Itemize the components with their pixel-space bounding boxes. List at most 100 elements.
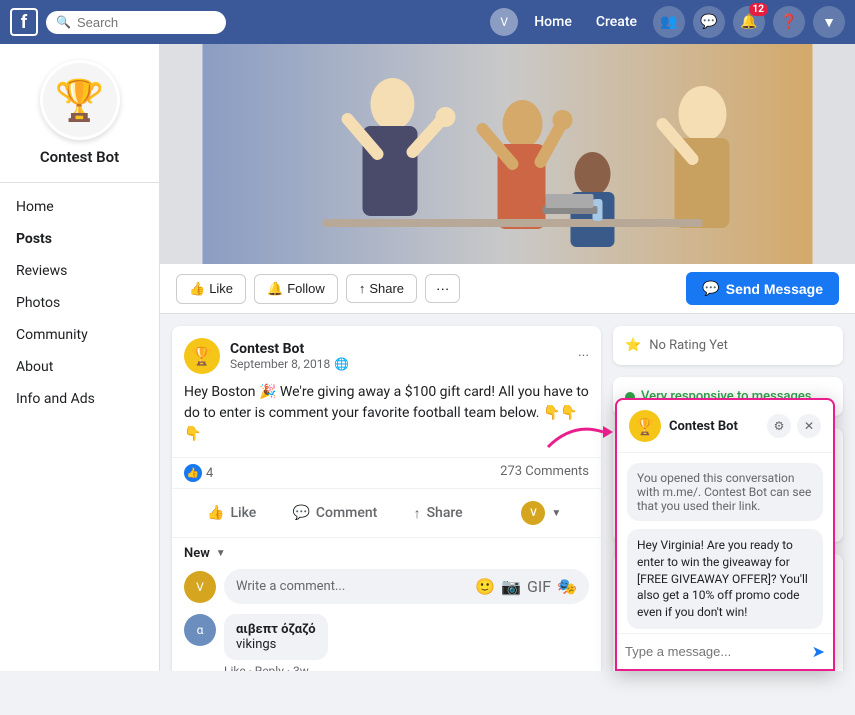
post-text: Hey Boston 🎉 We're giving away a $100 gi… — [172, 382, 601, 457]
create-nav-link[interactable]: Create — [588, 10, 645, 34]
comment-bubble-1: αιβεπτ όζαζό vikings — [224, 614, 328, 660]
chat-header: 🏆 Contest Bot ⚙ ✕ — [617, 400, 833, 453]
chat-input[interactable] — [625, 644, 806, 659]
share-icon: ↑ — [359, 281, 366, 296]
messenger-btn-icon: 💬 — [702, 280, 719, 297]
comment-avatar-1: α — [184, 614, 216, 646]
home-nav-link[interactable]: Home — [526, 10, 580, 34]
send-message-button[interactable]: 💬 Send Message — [686, 272, 839, 305]
comments-sort-label[interactable]: New — [184, 546, 210, 561]
chevron-down-icon: ▼ — [551, 508, 561, 519]
camera-icon[interactable]: 📷 — [501, 577, 521, 596]
sidebar-item-home[interactable]: Home — [0, 191, 159, 223]
like-icon: 👍 — [189, 281, 205, 297]
rating-text: No Rating Yet — [649, 338, 728, 353]
notifications-icon-btn[interactable]: 🔔 12 — [733, 6, 765, 38]
chevron-down-icon-btn[interactable]: ▼ — [813, 6, 845, 38]
comment-input[interactable]: Write a comment... 🙂 📷 GIF 🎭 — [224, 569, 589, 604]
comment-author-1: αιβεπτ όζαζό — [236, 622, 316, 637]
facebook-logo[interactable]: f — [10, 8, 38, 36]
chat-bot-message-1: Hey Virginia! Are you ready to enter to … — [627, 529, 823, 629]
comments-section: New ▼ V Write a comment... 🙂 📷 GIF — [172, 537, 601, 671]
comment-user-avatar: V — [184, 571, 216, 603]
page-sidebar: 🏆 Contest Bot Home Posts Reviews Photos … — [0, 44, 160, 671]
top-navigation: f 🔍 V Home Create 👥 💬 🔔 12 ❓ ▼ — [0, 0, 855, 44]
comments-count: 273 Comments — [500, 464, 589, 482]
sidebar-profile: 🏆 Contest Bot — [0, 44, 159, 183]
post-date: September 8, 2018 🌐 — [230, 357, 568, 371]
share-action-icon: ↑ — [414, 505, 421, 522]
friends-icon-btn[interactable]: 👥 — [653, 6, 685, 38]
post-stats: 👍 4 273 Comments — [172, 457, 601, 489]
bell-icon: 🔔 — [740, 14, 757, 30]
question-icon: ❓ — [780, 14, 797, 30]
emoji-icon[interactable]: 🙂 — [475, 577, 495, 596]
notifications-badge: 12 — [749, 3, 768, 16]
chevron-down-icon: ▼ — [822, 14, 836, 31]
help-icon-btn[interactable]: ❓ — [773, 6, 805, 38]
nav-left: f 🔍 — [10, 8, 226, 36]
sidebar-page-name: Contest Bot — [12, 148, 147, 166]
cover-photo-area — [160, 44, 855, 264]
comment-action-icon: 💬 — [292, 505, 309, 521]
chat-bot-avatar: 🏆 — [629, 410, 661, 442]
post-card: 🏆 Contest Bot September 8, 2018 🌐 ··· He… — [172, 326, 601, 671]
comment-input-icons: 🙂 📷 GIF 🎭 — [475, 577, 577, 596]
user-avatar[interactable]: V — [490, 8, 518, 36]
rating-row: ⭐ No Rating Yet — [625, 338, 831, 353]
sort-chevron-icon[interactable]: ▼ — [216, 548, 226, 559]
post-share-button[interactable]: ↑ Share — [387, 493, 490, 533]
messenger-icon-btn[interactable]: 💬 — [693, 6, 725, 38]
like-action-icon: 👍 — [207, 505, 224, 521]
search-icon: 🔍 — [56, 15, 71, 29]
search-input[interactable] — [77, 15, 217, 30]
sidebar-item-photos[interactable]: Photos — [0, 287, 159, 319]
chat-send-icon[interactable]: ➤ — [812, 642, 825, 661]
share-button[interactable]: ↑ Share — [346, 274, 417, 303]
post-actions: 👍 Like 💬 Comment ↑ Share V — [172, 489, 601, 537]
chat-system-message: You opened this conversation with m.me/.… — [627, 463, 823, 521]
rating-widget: ⭐ No Rating Yet — [613, 326, 843, 365]
sidebar-item-reviews[interactable]: Reviews — [0, 255, 159, 287]
friends-icon: 👥 — [660, 14, 677, 30]
follow-icon: 🔔 — [267, 281, 283, 297]
chat-gear-button[interactable]: ⚙ — [767, 414, 791, 438]
current-user-avatar-small: V — [521, 501, 545, 525]
rating-icon: ⭐ — [625, 338, 641, 353]
messenger-icon: 💬 — [700, 14, 717, 30]
chat-popup: 🏆 Contest Bot ⚙ ✕ You opened this conver… — [615, 398, 835, 671]
page-actions-bar: 👍 Like 🔔 Follow ↑ Share ··· 💬 Send Messa… — [160, 264, 855, 314]
search-bar-container[interactable]: 🔍 — [46, 11, 226, 34]
sidebar-item-info-ads[interactable]: Info and Ads — [0, 383, 159, 415]
comment-item: α αιβεπτ όζαζό vikings Like · Reply · 3w — [184, 614, 589, 671]
post-like-button[interactable]: 👍 Like — [180, 493, 283, 533]
post-comment-button[interactable]: 💬 Comment — [283, 493, 386, 533]
comments-header: New ▼ — [184, 546, 589, 561]
like-button[interactable]: 👍 Like — [176, 274, 246, 304]
post-author-name: Contest Bot — [230, 341, 568, 357]
follow-button[interactable]: 🔔 Follow — [254, 274, 338, 304]
sticker-icon[interactable]: 🎭 — [557, 577, 577, 596]
feed: 🏆 Contest Bot September 8, 2018 🌐 ··· He… — [172, 326, 601, 671]
chat-header-icons: ⚙ ✕ — [767, 414, 821, 438]
sidebar-item-posts[interactable]: Posts — [0, 223, 159, 255]
chat-input-area: ➤ — [617, 633, 833, 669]
gif-icon[interactable]: GIF — [527, 577, 551, 596]
comment-avatar-btn[interactable]: V ▼ — [490, 493, 593, 533]
comment-input-row: V Write a comment... 🙂 📷 GIF 🎭 — [184, 569, 589, 604]
more-options-button[interactable]: ··· — [425, 274, 460, 303]
sidebar-item-community[interactable]: Community — [0, 319, 159, 351]
comment-text-1: vikings — [236, 637, 316, 652]
post-meta: Contest Bot September 8, 2018 🌐 — [230, 341, 568, 371]
like-icon-small: 👍 — [184, 464, 202, 482]
globe-icon: 🌐 — [334, 357, 349, 371]
nav-right: V Home Create 👥 💬 🔔 12 ❓ ▼ — [490, 6, 845, 38]
like-count: 👍 4 — [184, 464, 213, 482]
page-trophy-icon: 🏆 — [40, 60, 120, 140]
comment-input-placeholder: Write a comment... — [236, 579, 345, 594]
post-header: 🏆 Contest Bot September 8, 2018 🌐 ··· — [172, 326, 601, 382]
chat-close-button[interactable]: ✕ — [797, 414, 821, 438]
comment-actions-1: Like · Reply · 3w — [224, 664, 328, 671]
post-more-button[interactable]: ··· — [578, 348, 589, 364]
sidebar-item-about[interactable]: About — [0, 351, 159, 383]
